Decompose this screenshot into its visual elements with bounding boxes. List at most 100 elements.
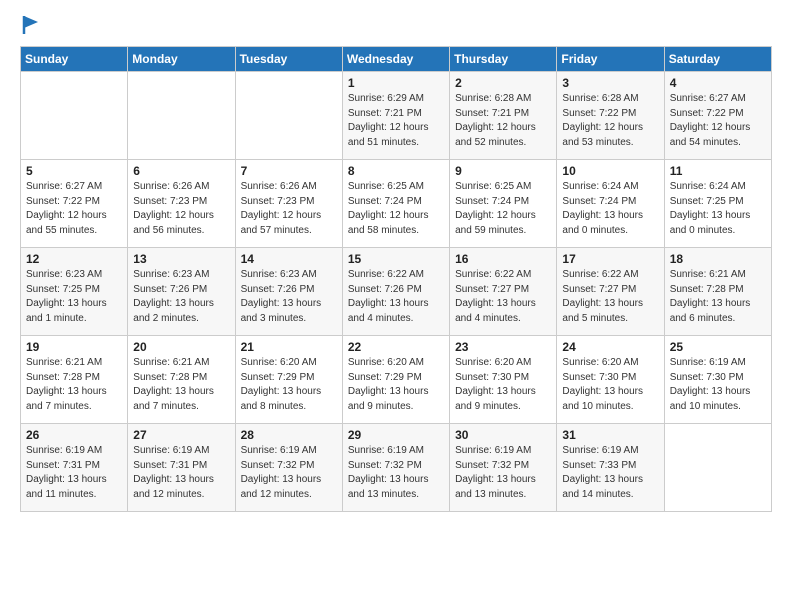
day-number: 21 — [241, 340, 337, 354]
day-number: 13 — [133, 252, 229, 266]
day-number: 18 — [670, 252, 766, 266]
day-cell: 7 Sunrise: 6:26 AM Sunset: 7:23 PM Daylig… — [235, 160, 342, 248]
day-number: 15 — [348, 252, 444, 266]
day-number: 26 — [26, 428, 122, 442]
day-cell: 22Sunrise: 6:20 AM Sunset: 7:29 PM Dayli… — [342, 336, 449, 424]
day-cell: 20 Sunrise: 6:21 AM Sunset: 7:28 PM Dayli… — [128, 336, 235, 424]
day-number: 3 — [562, 76, 658, 90]
col-header-friday: Friday — [557, 47, 664, 72]
day-cell: 30Sunrise: 6:19 AM Sunset: 7:32 PM Dayli… — [450, 424, 557, 512]
day-info: Sunrise: 6:27 AM Sunset: 7:22 PM Dayligh… — [26, 180, 122, 238]
col-header-saturday: Saturday — [664, 47, 771, 72]
day-number: 14 — [241, 252, 337, 266]
header-row: SundayMondayTuesdayWednesdayThursdayFrid… — [21, 47, 772, 72]
day-info: Sunrise: 6:26 AM Sunset: 7:23 PM Dayligh… — [133, 180, 229, 238]
day-info: Sunrise: 6:19 AM Sunset: 7:32 PM Dayligh… — [348, 444, 444, 502]
day-number: 4 — [670, 76, 766, 90]
day-cell: 6Sunrise: 6:26 AM Sunset: 7:23 PM Daylig… — [128, 160, 235, 248]
day-cell: 10 Sunrise: 6:24 AM Sunset: 7:24 PM Dayli… — [557, 160, 664, 248]
day-cell — [664, 424, 771, 512]
day-number: 17 — [562, 252, 658, 266]
day-info: Sunrise: 6:28 AM Sunset: 7:21 PM Dayligh… — [455, 92, 551, 150]
day-cell: 28 Sunrise: 6:19 AM Sunset: 7:32 PM Dayli… — [235, 424, 342, 512]
day-cell: 2Sunrise: 6:28 AM Sunset: 7:21 PM Daylig… — [450, 72, 557, 160]
day-number: 10 — [562, 164, 658, 178]
day-cell — [128, 72, 235, 160]
day-info: Sunrise: 6:19 AM Sunset: 7:30 PM Dayligh… — [670, 356, 766, 414]
week-row-2: 5 Sunrise: 6:27 AM Sunset: 7:22 PM Daylig… — [21, 160, 772, 248]
col-header-sunday: Sunday — [21, 47, 128, 72]
col-header-tuesday: Tuesday — [235, 47, 342, 72]
day-number: 11 — [670, 164, 766, 178]
day-info: Sunrise: 6:19 AM Sunset: 7:32 PM Dayligh… — [241, 444, 337, 502]
day-number: 9 — [455, 164, 551, 178]
day-cell: 26 Sunrise: 6:19 AM Sunset: 7:31 PM Dayli… — [21, 424, 128, 512]
day-cell: 1Sunrise: 6:29 AM Sunset: 7:21 PM Daylig… — [342, 72, 449, 160]
day-info: Sunrise: 6:19 AM Sunset: 7:33 PM Dayligh… — [562, 444, 658, 502]
day-number: 28 — [241, 428, 337, 442]
day-info: Sunrise: 6:21 AM Sunset: 7:28 PM Dayligh… — [26, 356, 122, 414]
week-row-4: 19 Sunrise: 6:21 AM Sunset: 7:28 PM Dayli… — [21, 336, 772, 424]
day-cell: 5 Sunrise: 6:27 AM Sunset: 7:22 PM Daylig… — [21, 160, 128, 248]
day-number: 12 — [26, 252, 122, 266]
day-info: Sunrise: 6:22 AM Sunset: 7:27 PM Dayligh… — [455, 268, 551, 326]
day-number: 25 — [670, 340, 766, 354]
day-cell: 9 Sunrise: 6:25 AM Sunset: 7:24 PM Daylig… — [450, 160, 557, 248]
day-cell: 21Sunrise: 6:20 AM Sunset: 7:29 PM Dayli… — [235, 336, 342, 424]
col-header-wednesday: Wednesday — [342, 47, 449, 72]
day-number: 8 — [348, 164, 444, 178]
day-info: Sunrise: 6:25 AM Sunset: 7:24 PM Dayligh… — [455, 180, 551, 238]
day-cell: 8 Sunrise: 6:25 AM Sunset: 7:24 PM Daylig… — [342, 160, 449, 248]
day-cell: 17Sunrise: 6:22 AM Sunset: 7:27 PM Dayli… — [557, 248, 664, 336]
day-cell: 13 Sunrise: 6:23 AM Sunset: 7:26 PM Dayli… — [128, 248, 235, 336]
week-row-5: 26 Sunrise: 6:19 AM Sunset: 7:31 PM Dayli… — [21, 424, 772, 512]
day-info: Sunrise: 6:25 AM Sunset: 7:24 PM Dayligh… — [348, 180, 444, 238]
calendar-table: SundayMondayTuesdayWednesdayThursdayFrid… — [20, 46, 772, 512]
day-cell: 3 Sunrise: 6:28 AM Sunset: 7:22 PM Daylig… — [557, 72, 664, 160]
calendar-page: SundayMondayTuesdayWednesdayThursdayFrid… — [0, 0, 792, 612]
day-cell: 15Sunrise: 6:22 AM Sunset: 7:26 PM Dayli… — [342, 248, 449, 336]
day-info: Sunrise: 6:24 AM Sunset: 7:25 PM Dayligh… — [670, 180, 766, 238]
day-info: Sunrise: 6:20 AM Sunset: 7:30 PM Dayligh… — [562, 356, 658, 414]
day-cell: 31 Sunrise: 6:19 AM Sunset: 7:33 PM Dayli… — [557, 424, 664, 512]
col-header-thursday: Thursday — [450, 47, 557, 72]
logo-flag-icon — [22, 14, 40, 36]
day-cell: 25 Sunrise: 6:19 AM Sunset: 7:30 PM Dayli… — [664, 336, 771, 424]
day-cell: 16 Sunrise: 6:22 AM Sunset: 7:27 PM Dayli… — [450, 248, 557, 336]
day-number: 16 — [455, 252, 551, 266]
col-header-monday: Monday — [128, 47, 235, 72]
day-info: Sunrise: 6:19 AM Sunset: 7:31 PM Dayligh… — [133, 444, 229, 502]
day-cell: 12 Sunrise: 6:23 AM Sunset: 7:25 PM Dayli… — [21, 248, 128, 336]
day-info: Sunrise: 6:20 AM Sunset: 7:30 PM Dayligh… — [455, 356, 551, 414]
day-number: 23 — [455, 340, 551, 354]
day-info: Sunrise: 6:23 AM Sunset: 7:26 PM Dayligh… — [133, 268, 229, 326]
day-cell: 27Sunrise: 6:19 AM Sunset: 7:31 PM Dayli… — [128, 424, 235, 512]
day-number: 30 — [455, 428, 551, 442]
day-number: 29 — [348, 428, 444, 442]
day-info: Sunrise: 6:20 AM Sunset: 7:29 PM Dayligh… — [348, 356, 444, 414]
day-info: Sunrise: 6:23 AM Sunset: 7:25 PM Dayligh… — [26, 268, 122, 326]
day-number: 31 — [562, 428, 658, 442]
day-info: Sunrise: 6:26 AM Sunset: 7:23 PM Dayligh… — [241, 180, 337, 238]
day-cell: 19 Sunrise: 6:21 AM Sunset: 7:28 PM Dayli… — [21, 336, 128, 424]
week-row-1: 1Sunrise: 6:29 AM Sunset: 7:21 PM Daylig… — [21, 72, 772, 160]
day-number: 5 — [26, 164, 122, 178]
week-row-3: 12 Sunrise: 6:23 AM Sunset: 7:25 PM Dayli… — [21, 248, 772, 336]
day-cell: 23 Sunrise: 6:20 AM Sunset: 7:30 PM Dayli… — [450, 336, 557, 424]
day-info: Sunrise: 6:23 AM Sunset: 7:26 PM Dayligh… — [241, 268, 337, 326]
day-number: 7 — [241, 164, 337, 178]
day-info: Sunrise: 6:21 AM Sunset: 7:28 PM Dayligh… — [670, 268, 766, 326]
day-number: 20 — [133, 340, 229, 354]
day-info: Sunrise: 6:24 AM Sunset: 7:24 PM Dayligh… — [562, 180, 658, 238]
day-cell — [21, 72, 128, 160]
day-info: Sunrise: 6:28 AM Sunset: 7:22 PM Dayligh… — [562, 92, 658, 150]
day-cell: 24Sunrise: 6:20 AM Sunset: 7:30 PM Dayli… — [557, 336, 664, 424]
day-cell: 18 Sunrise: 6:21 AM Sunset: 7:28 PM Dayli… — [664, 248, 771, 336]
day-cell: 4 Sunrise: 6:27 AM Sunset: 7:22 PM Daylig… — [664, 72, 771, 160]
day-number: 1 — [348, 76, 444, 90]
day-info: Sunrise: 6:27 AM Sunset: 7:22 PM Dayligh… — [670, 92, 766, 150]
day-info: Sunrise: 6:21 AM Sunset: 7:28 PM Dayligh… — [133, 356, 229, 414]
day-info: Sunrise: 6:19 AM Sunset: 7:31 PM Dayligh… — [26, 444, 122, 502]
day-cell: 14 Sunrise: 6:23 AM Sunset: 7:26 PM Dayli… — [235, 248, 342, 336]
day-number: 19 — [26, 340, 122, 354]
